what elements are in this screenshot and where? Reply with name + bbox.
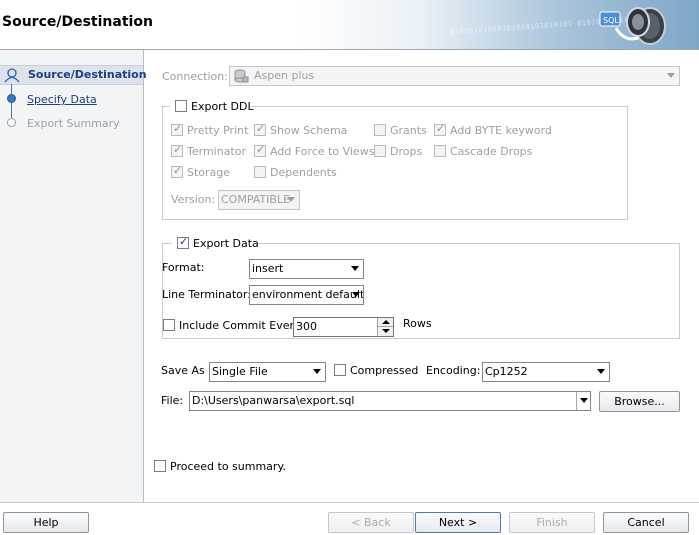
chevron-up-icon bbox=[382, 320, 390, 324]
encoding-label: Encoding: bbox=[426, 364, 481, 377]
proceed-to-summary-label: Proceed to summary. bbox=[170, 460, 286, 473]
chevron-down-icon bbox=[287, 197, 295, 202]
cascade-drops-checkbox[interactable] bbox=[434, 145, 446, 157]
export-data-label: Export Data bbox=[193, 237, 259, 250]
nav-item-export-summary: Export Summary bbox=[27, 117, 120, 130]
sql-database-logo-icon: SQL bbox=[599, 7, 666, 45]
show-schema-label: Show Schema bbox=[270, 124, 348, 137]
drops-label: Drops bbox=[390, 145, 423, 158]
proceed-to-summary-checkbox[interactable] bbox=[154, 460, 166, 472]
encoding-value: Cp1252 bbox=[485, 365, 528, 378]
check-icon: ✓ bbox=[173, 122, 183, 135]
encoding-select[interactable]: Cp1252 bbox=[482, 362, 610, 382]
save-as-select[interactable]: Single File bbox=[209, 362, 326, 382]
version-label: Version: bbox=[171, 193, 216, 206]
chevron-down-icon bbox=[351, 266, 359, 271]
chevron-down-icon bbox=[667, 73, 675, 78]
commit-rows-value: 300 bbox=[296, 320, 317, 333]
format-value: insert bbox=[252, 262, 284, 275]
chevron-down-icon bbox=[382, 329, 390, 333]
add-force-to-views-checkbox[interactable]: ✓ bbox=[254, 143, 266, 157]
format-label: Format: bbox=[162, 261, 205, 274]
show-schema-checkbox[interactable]: ✓ bbox=[254, 122, 266, 136]
next-button[interactable]: Next > bbox=[415, 512, 501, 533]
chevron-down-icon bbox=[580, 398, 588, 403]
svg-text:SQL: SQL bbox=[603, 16, 619, 25]
storage-label: Storage bbox=[187, 166, 231, 179]
chevron-down-icon bbox=[313, 369, 321, 374]
grants-checkbox[interactable] bbox=[374, 124, 386, 136]
line-terminator-value: environment default bbox=[252, 288, 364, 301]
cascade-drops-label: Cascade Drops bbox=[450, 145, 533, 158]
step-bullet-empty-icon bbox=[7, 118, 16, 127]
cancel-button[interactable]: Cancel bbox=[603, 512, 689, 533]
storage-checkbox[interactable]: ✓ bbox=[171, 164, 183, 178]
finish-button[interactable]: Finish bbox=[509, 512, 595, 533]
file-path-value: D:\Users\panwarsa\export.sql bbox=[192, 394, 355, 407]
dependents-label: Dependents bbox=[270, 166, 337, 179]
check-icon: ✓ bbox=[173, 164, 183, 177]
check-icon: ✓ bbox=[179, 235, 189, 248]
connection-value: Aspen plus bbox=[254, 69, 315, 82]
chevron-down-icon bbox=[597, 369, 605, 374]
check-icon: ✓ bbox=[436, 122, 446, 135]
compressed-label: Compressed bbox=[350, 364, 419, 377]
commit-rows-stepper[interactable]: 300 bbox=[293, 317, 394, 337]
check-icon: ✓ bbox=[256, 122, 266, 135]
add-byte-keyword-checkbox[interactable]: ✓ bbox=[434, 122, 446, 136]
add-byte-keyword-label: Add BYTE keyword bbox=[450, 124, 552, 137]
dependents-checkbox[interactable] bbox=[254, 166, 266, 178]
export-ddl-checkbox[interactable] bbox=[175, 100, 187, 112]
connection-label: Connection: bbox=[162, 70, 228, 83]
export-ddl-label: Export DDL bbox=[191, 100, 254, 113]
version-value: COMPATIBLE bbox=[221, 193, 291, 206]
check-icon: ✓ bbox=[256, 143, 266, 156]
stepper-up-button[interactable] bbox=[377, 318, 393, 327]
file-label: File: bbox=[161, 394, 184, 407]
terminator-label: Terminator bbox=[187, 145, 246, 158]
connection-select[interactable]: Aspen plus bbox=[229, 66, 680, 86]
back-button[interactable]: < Back bbox=[328, 512, 414, 533]
include-commit-checkbox[interactable] bbox=[163, 319, 175, 331]
rows-label: Rows bbox=[403, 317, 432, 330]
file-history-dropdown[interactable] bbox=[576, 392, 590, 410]
save-as-label: Save As bbox=[161, 364, 205, 377]
nav-item-source-destination[interactable]: Source/Destination bbox=[28, 68, 147, 81]
file-path-input[interactable]: D:\Users\panwarsa\export.sql bbox=[189, 391, 591, 411]
database-connection-icon bbox=[234, 69, 249, 83]
help-button[interactable]: Help bbox=[3, 512, 89, 533]
browse-button[interactable]: Browse... bbox=[599, 391, 680, 412]
current-step-person-icon bbox=[4, 68, 20, 83]
line-terminator-select[interactable]: environment default bbox=[249, 285, 364, 305]
compressed-checkbox[interactable] bbox=[334, 364, 346, 376]
page-title: Source/Destination bbox=[2, 14, 153, 30]
chevron-down-icon bbox=[352, 292, 360, 297]
nav-item-specify-data[interactable]: Specify Data bbox=[27, 93, 97, 106]
save-as-value: Single File bbox=[212, 365, 268, 378]
pretty-print-label: Pretty Print bbox=[187, 124, 249, 137]
grants-label: Grants bbox=[390, 124, 427, 137]
export-data-checkbox[interactable]: ✓ bbox=[177, 235, 189, 249]
step-bullet-icon bbox=[7, 94, 16, 103]
line-terminator-label: Line Terminator: bbox=[162, 288, 251, 301]
format-select[interactable]: insert bbox=[249, 259, 364, 279]
terminator-checkbox[interactable]: ✓ bbox=[171, 143, 183, 157]
drops-checkbox[interactable] bbox=[374, 145, 386, 157]
version-select[interactable]: COMPATIBLE bbox=[218, 190, 300, 210]
include-commit-label: Include Commit Every bbox=[179, 319, 301, 332]
pretty-print-checkbox[interactable]: ✓ bbox=[171, 122, 183, 136]
check-icon: ✓ bbox=[173, 143, 183, 156]
add-force-to-views-label: Add Force to Views bbox=[270, 145, 375, 158]
stepper-down-button[interactable] bbox=[377, 327, 393, 336]
